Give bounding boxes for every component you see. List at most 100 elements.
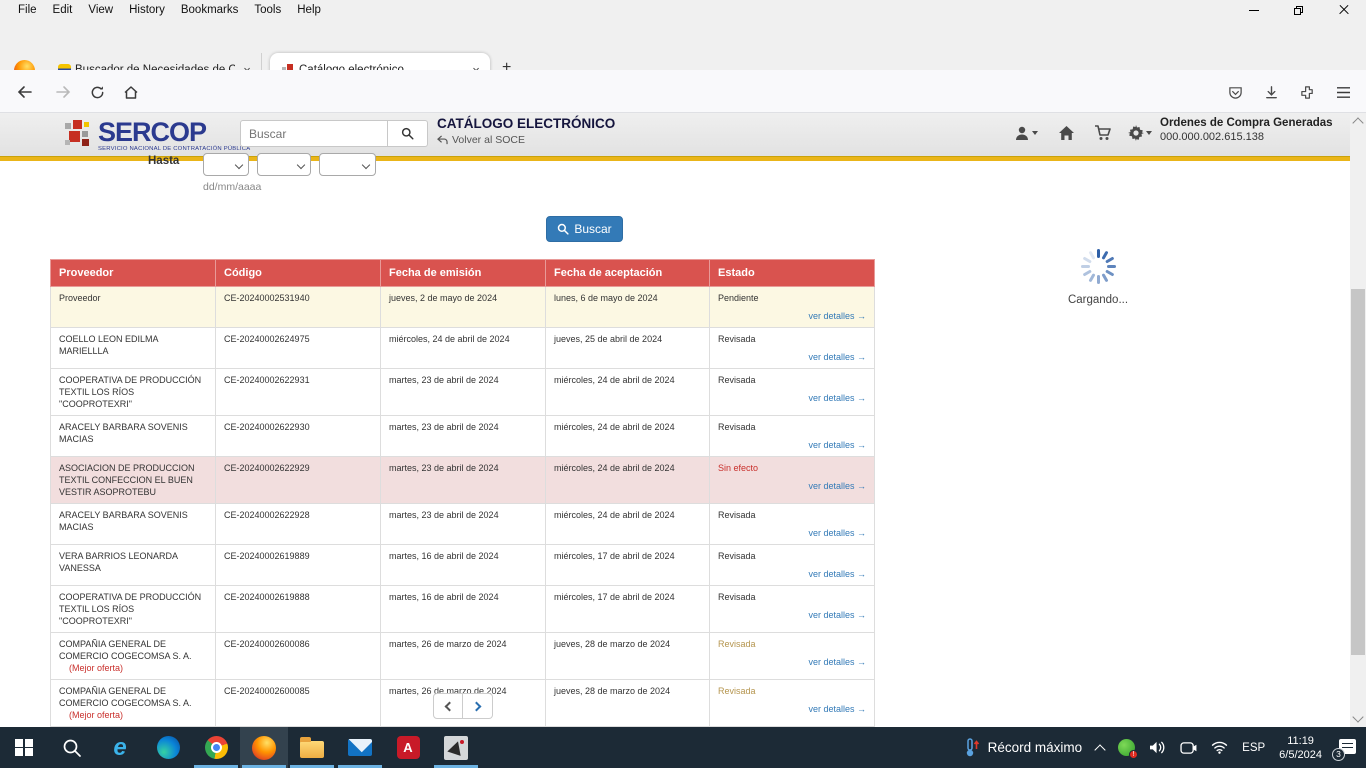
codigo-cell: CE-20240002622930 bbox=[216, 416, 381, 457]
catalog-title-block: CATÁLOGO ELECTRÓNICO Volver al SOCE bbox=[437, 116, 615, 146]
year-select[interactable] bbox=[319, 153, 376, 176]
orders-table: Proveedor Código Fecha de emisión Fecha … bbox=[50, 259, 875, 727]
arrow-right-icon: → bbox=[857, 569, 866, 579]
close-button[interactable] bbox=[1321, 0, 1366, 20]
acrobat-button[interactable]: A bbox=[384, 727, 432, 768]
codigo-cell: CE-20240002619888 bbox=[216, 586, 381, 633]
ver-detalles-link[interactable]: ver detalles → bbox=[718, 527, 866, 539]
clock[interactable]: 11:19 6/5/2024 bbox=[1279, 734, 1322, 762]
mail-button[interactable] bbox=[336, 727, 384, 768]
hamburger-menu-icon[interactable] bbox=[1332, 81, 1354, 103]
month-select[interactable] bbox=[257, 153, 311, 176]
tray-expand-icon[interactable] bbox=[1094, 744, 1105, 755]
start-button[interactable] bbox=[0, 727, 48, 768]
fecha-aceptacion-cell: lunes, 6 de mayo de 2024 bbox=[546, 287, 710, 328]
search-input[interactable] bbox=[240, 120, 388, 147]
home-link[interactable] bbox=[1058, 125, 1075, 141]
caret-down-icon bbox=[1146, 131, 1152, 135]
menu-view[interactable]: View bbox=[80, 2, 121, 18]
estado-cell: Revisadaver detalles → bbox=[710, 369, 875, 416]
menu-help[interactable]: Help bbox=[289, 2, 329, 18]
wifi-icon[interactable] bbox=[1211, 741, 1228, 754]
meet-now-icon[interactable] bbox=[1180, 741, 1197, 755]
order-row: ASOCIACION DE PRODUCCION TEXTIL CONFECCI… bbox=[51, 457, 875, 504]
user-menu[interactable] bbox=[1014, 125, 1038, 141]
ver-detalles-link[interactable]: ver detalles → bbox=[718, 703, 866, 715]
ver-detalles-link[interactable]: ver detalles → bbox=[718, 656, 866, 668]
estado-cell: Pendiente ver detalles → bbox=[710, 287, 875, 328]
scroll-down-arrow-icon[interactable] bbox=[1352, 711, 1363, 722]
menu-file[interactable]: File bbox=[10, 2, 45, 18]
next-page-button[interactable] bbox=[463, 693, 493, 719]
volver-al-soce-link[interactable]: Volver al SOCE bbox=[437, 134, 615, 146]
arrow-right-icon: → bbox=[857, 352, 866, 362]
java-app-icon bbox=[444, 736, 468, 760]
forward-button[interactable] bbox=[52, 81, 74, 103]
codigo-cell: CE-20240002622928 bbox=[216, 504, 381, 545]
system-tray: Récord máximo ! ESP 11:19 6/5/2024 3 bbox=[964, 727, 1366, 768]
gear-icon bbox=[1128, 125, 1144, 141]
proveedor-cell: COMPAÑIA GENERAL DE COMERCIO COGECOMSA S… bbox=[51, 633, 216, 680]
menu-edit[interactable]: Edit bbox=[45, 2, 81, 18]
ver-detalles-link[interactable]: ver detalles → bbox=[718, 480, 866, 492]
settings-menu[interactable] bbox=[1128, 125, 1152, 141]
home-button[interactable] bbox=[120, 81, 142, 103]
language-indicator[interactable]: ESP bbox=[1242, 742, 1265, 754]
arrow-right-icon: → bbox=[857, 311, 866, 321]
pocket-icon[interactable] bbox=[1224, 81, 1246, 103]
prev-page-button[interactable] bbox=[433, 693, 463, 719]
estado-text: Pendiente bbox=[718, 292, 866, 304]
buscar-button[interactable]: Buscar bbox=[546, 216, 623, 242]
cart-link[interactable] bbox=[1094, 125, 1112, 141]
sercop-logo-text: SERCOP SERVICIO NACIONAL DE CONTRATACIÓN… bbox=[98, 119, 250, 152]
notification-center-button[interactable]: 3 bbox=[1336, 739, 1356, 757]
ver-detalles-link[interactable]: ver detalles → bbox=[718, 392, 866, 404]
fecha-aceptacion-cell: miércoles, 17 de abril de 2024 bbox=[546, 545, 710, 586]
order-row: ARACELY BARBARA SOVENIS MACIASCE-2024000… bbox=[51, 504, 875, 545]
ver-detalles-link[interactable]: ver detalles → bbox=[718, 310, 866, 322]
scroll-up-arrow-icon[interactable] bbox=[1352, 117, 1363, 128]
proveedor-cell: COOPERATIVA DE PRODUCCIÓN TEXTIL LOS RÍO… bbox=[51, 369, 216, 416]
downloads-icon[interactable] bbox=[1260, 81, 1282, 103]
scrollbar-thumb[interactable] bbox=[1351, 289, 1365, 655]
back-arrow-icon bbox=[437, 135, 448, 145]
sercop-logo[interactable]: SERCOP SERVICIO NACIONAL DE CONTRATACIÓN… bbox=[64, 119, 250, 152]
header-search bbox=[240, 120, 428, 147]
search-button[interactable] bbox=[388, 120, 428, 147]
ver-detalles-link[interactable]: ver detalles → bbox=[718, 351, 866, 363]
ver-detalles-link[interactable]: ver detalles → bbox=[718, 568, 866, 580]
ver-detalles-link[interactable]: ver detalles → bbox=[718, 439, 866, 451]
minimize-button[interactable] bbox=[1231, 0, 1276, 20]
taskbar-search-button[interactable] bbox=[48, 727, 96, 768]
reload-button[interactable] bbox=[86, 81, 108, 103]
menu-history[interactable]: History bbox=[121, 2, 173, 18]
volume-icon[interactable] bbox=[1149, 740, 1166, 755]
internet-explorer-button[interactable]: e bbox=[96, 727, 144, 768]
java-app-button[interactable] bbox=[432, 727, 480, 768]
estado-text: Revisada bbox=[718, 333, 866, 345]
menu-tools[interactable]: Tools bbox=[246, 2, 289, 18]
weather-widget[interactable]: Récord máximo bbox=[964, 738, 1083, 758]
back-button[interactable] bbox=[14, 81, 36, 103]
fecha-emision-cell: martes, 23 de abril de 2024 bbox=[381, 416, 546, 457]
edge-button[interactable] bbox=[144, 727, 192, 768]
restore-button[interactable] bbox=[1276, 0, 1321, 20]
loading-text: Cargando... bbox=[1058, 294, 1138, 306]
col-proveedor: Proveedor bbox=[51, 260, 216, 287]
estado-text: Revisada bbox=[718, 591, 866, 603]
codigo-cell: CE-20240002622929 bbox=[216, 457, 381, 504]
menu-bookmarks[interactable]: Bookmarks bbox=[173, 2, 247, 18]
col-fecha-aceptacion: Fecha de aceptación bbox=[546, 260, 710, 287]
firefox-button[interactable] bbox=[240, 727, 288, 768]
chrome-button[interactable] bbox=[192, 727, 240, 768]
thermometer-icon bbox=[964, 738, 980, 758]
ver-detalles-link[interactable]: ver detalles → bbox=[718, 609, 866, 621]
antivirus-tray-icon[interactable]: ! bbox=[1118, 739, 1135, 756]
vertical-scrollbar[interactable] bbox=[1350, 113, 1366, 727]
extensions-puzzle-icon[interactable] bbox=[1296, 81, 1318, 103]
navigation-toolbar: https://catalogo.compraspublicas.gob.ec/… bbox=[0, 70, 1366, 113]
fecha-aceptacion-cell: jueves, 28 de marzo de 2024 bbox=[546, 633, 710, 680]
day-select[interactable] bbox=[203, 153, 249, 176]
col-fecha-emision: Fecha de emisión bbox=[381, 260, 546, 287]
file-explorer-button[interactable] bbox=[288, 727, 336, 768]
